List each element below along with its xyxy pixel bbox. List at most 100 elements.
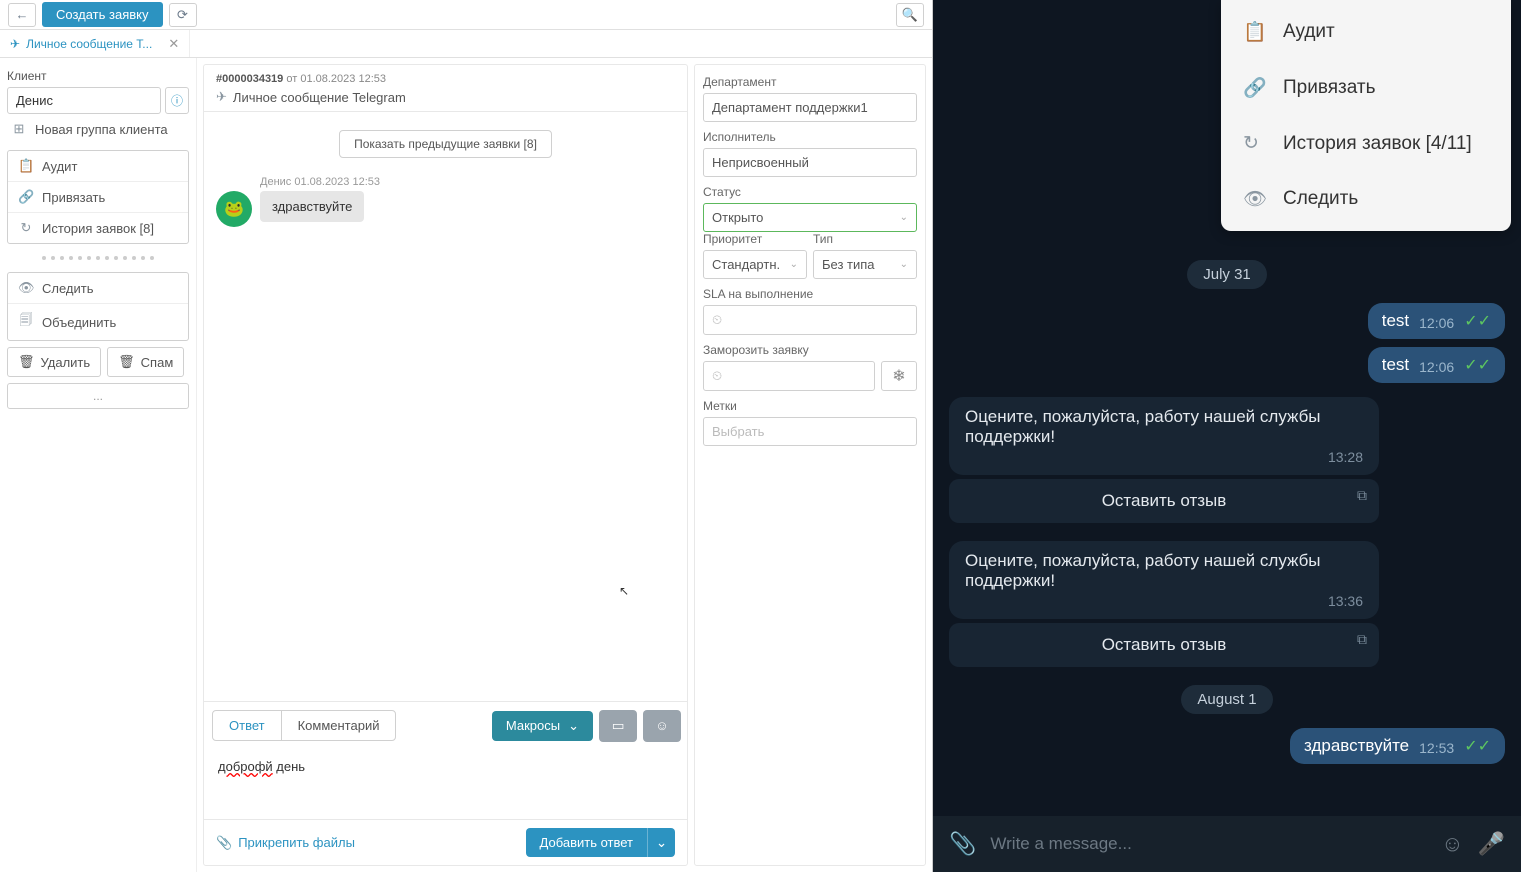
tab-answer[interactable]: Ответ (213, 711, 282, 740)
tg-review-button[interactable]: ⧉ Оставить отзыв (949, 623, 1379, 667)
eye-icon: 👁 (1243, 187, 1265, 211)
tg-in-message[interactable]: Оцените, пожалуйста, работу нашей службы… (949, 541, 1379, 619)
external-icon: ⧉ (1357, 487, 1367, 504)
clipboard-icon: 📋 (18, 158, 34, 174)
snowflake-icon: ❄ (892, 366, 905, 386)
book-icon: ▭ (612, 718, 625, 734)
client-label: Клиент (7, 69, 189, 83)
ticket-title: ✈ Личное сообщение Telegram (216, 89, 675, 105)
tags-label: Метки (703, 399, 917, 413)
attach-icon: 📎 (216, 835, 232, 851)
tg-menu-link[interactable]: 🔗 Привязать (1221, 60, 1511, 116)
reply-editor[interactable]: доброфй день (204, 749, 687, 819)
tg-out-message[interactable]: test 12:06 ✓✓ (1368, 303, 1505, 339)
chevron-down-icon: ⌄ (900, 212, 908, 223)
date-separator: July 31 (1187, 260, 1267, 289)
freeze-label: Заморозить заявку (703, 343, 917, 357)
history-icon: ↻ (18, 220, 34, 236)
mic-icon[interactable]: 🎤 (1478, 831, 1505, 857)
clock-icon: ⏲ (712, 312, 722, 328)
assignee-select[interactable]: Неприсвоенный (703, 148, 917, 177)
link-icon: 🔗 (1243, 76, 1265, 100)
macros-button[interactable]: Макросы ⌄ (492, 711, 593, 741)
sidebar-item-link[interactable]: 🔗 Привязать (8, 182, 188, 213)
double-check-icon: ✓✓ (1464, 736, 1491, 756)
tg-context-menu: 📋 Аудит 🔗 Привязать ↻ История заявок [4/… (1221, 0, 1511, 231)
attach-files[interactable]: 📎 Прикрепить файлы (216, 835, 355, 851)
spam-icon: 🗑 (118, 354, 135, 370)
freeze-button[interactable]: ❄ (881, 361, 917, 391)
emoji-button[interactable]: ☺ (643, 710, 681, 742)
tags-select[interactable]: Выбрать (703, 417, 917, 446)
refresh-button[interactable]: ⟳ (169, 3, 197, 27)
sidebar-item-watch[interactable]: 👁 Следить (8, 273, 188, 304)
tg-in-message[interactable]: Оцените, пожалуйста, работу нашей службы… (949, 397, 1379, 475)
delete-button[interactable]: 🗑 Удалить (7, 347, 101, 377)
info-icon[interactable]: ⓘ (165, 87, 189, 114)
history-icon: ↻ (1243, 132, 1265, 155)
status-label: Статус (703, 185, 917, 199)
kb-button[interactable]: ▭ (599, 710, 637, 742)
message-meta: Денис 01.08.2023 12:53 (260, 176, 675, 188)
chevron-down-icon: ⌄ (568, 718, 579, 734)
chevron-down-icon: ⌄ (900, 259, 908, 270)
external-icon: ⧉ (1357, 631, 1367, 648)
trash-icon: 🗑 (18, 354, 35, 370)
priority-select[interactable]: Стандартн.⌄ (703, 250, 807, 279)
telegram-icon: ✈ (10, 37, 20, 51)
new-client-group[interactable]: ⊞ Новая группа клиента (7, 114, 189, 144)
eye-icon: 👁 (18, 280, 34, 296)
close-icon[interactable]: ✕ (168, 36, 179, 52)
priority-label: Приоритет (703, 232, 807, 246)
clipboard-icon: 📋 (1243, 20, 1265, 44)
smile-icon: ☺ (655, 718, 669, 733)
add-reply-dropdown[interactable]: ⌄ (647, 828, 675, 857)
tg-out-message[interactable]: здравствуйте 12:53 ✓✓ (1290, 728, 1505, 764)
tg-menu-watch[interactable]: 👁 Следить (1221, 171, 1511, 227)
message-bubble: здравствуйте (260, 191, 364, 222)
tg-out-message[interactable]: test 12:06 ✓✓ (1368, 347, 1505, 383)
emoji-icon[interactable]: ☺ (1441, 831, 1463, 857)
sidebar-item-history[interactable]: ↻ История заявок [8] (8, 213, 188, 243)
client-name-input[interactable]: Денис (7, 87, 161, 114)
group-icon: ⊞ (11, 121, 27, 137)
tg-menu-audit[interactable]: 📋 Аудит (1221, 4, 1511, 60)
assignee-label: Исполнитель (703, 130, 917, 144)
tab-ticket[interactable]: ✈ Личное сообщение Т... ✕ (0, 30, 190, 57)
sidebar-item-merge[interactable]: 🗐 Объединить (8, 304, 188, 340)
cursor-icon: ↖ (619, 584, 629, 598)
link-icon: 🔗 (18, 189, 34, 205)
attach-icon[interactable]: 📎 (949, 831, 976, 857)
add-reply-button[interactable]: Добавить ответ (526, 828, 647, 857)
freeze-select[interactable]: ⏲ (703, 361, 875, 391)
search-button[interactable]: 🔍 (896, 3, 924, 27)
avatar: 🐸 (216, 191, 252, 227)
double-check-icon: ✓✓ (1464, 355, 1491, 375)
back-button[interactable]: ← (8, 3, 36, 27)
sla-select[interactable]: ⏲ (703, 305, 917, 335)
status-select[interactable]: Открыто⌄ (703, 203, 917, 232)
telegram-icon: ✈ (216, 89, 227, 105)
ticket-id-line: #0000034319 от 01.08.2023 12:53 (216, 73, 675, 85)
tab-title: Личное сообщение Т... (26, 37, 152, 51)
double-check-icon: ✓✓ (1464, 311, 1491, 331)
clock-icon: ⏲ (712, 368, 722, 384)
type-select[interactable]: Без типа⌄ (813, 250, 917, 279)
department-label: Департамент (703, 75, 917, 89)
tab-comment[interactable]: Комментарий (282, 711, 396, 740)
sidebar-item-audit[interactable]: 📋 Аудит (8, 151, 188, 182)
tg-message-input[interactable] (990, 834, 1427, 854)
more-button[interactable]: ... (7, 383, 189, 409)
merge-icon: 🗐 (18, 311, 34, 333)
department-select[interactable]: Департамент поддержки1 (703, 93, 917, 122)
spam-button[interactable]: 🗑 Спам (107, 347, 184, 377)
pager-dots (7, 250, 189, 266)
show-previous-button[interactable]: Показать предыдущие заявки [8] (339, 130, 552, 158)
sla-label: SLA на выполнение (703, 287, 917, 301)
tg-review-button[interactable]: ⧉ Оставить отзыв (949, 479, 1379, 523)
type-label: Тип (813, 232, 917, 246)
date-separator: August 1 (1181, 685, 1272, 714)
create-ticket-button[interactable]: Создать заявку (42, 2, 163, 27)
tg-menu-history[interactable]: ↻ История заявок [4/11] (1221, 116, 1511, 171)
chevron-down-icon: ⌄ (790, 259, 798, 270)
